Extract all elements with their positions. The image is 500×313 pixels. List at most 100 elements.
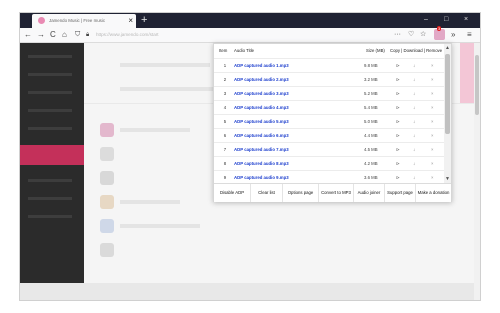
sidebar-item[interactable] — [28, 197, 72, 200]
url-bar[interactable]: https://www.jamendo.com/start — [96, 30, 476, 40]
audio-title-link[interactable]: ADP captured audio 7.mp3 — [234, 143, 289, 157]
page-scrollbar-thumb[interactable] — [475, 55, 479, 115]
audio-row: 4 ADP captured audio 4.mp3 5.4 MB ⊳ ↓ × — [214, 100, 444, 115]
disable-adp-button[interactable]: Disable ADP — [214, 184, 251, 202]
download-icon[interactable]: ↓ — [413, 73, 415, 87]
download-icon[interactable]: ↓ — [413, 59, 415, 73]
options-page-button[interactable]: Options page — [283, 184, 319, 202]
minimize-button[interactable]: – — [424, 15, 428, 25]
audio-title-link[interactable]: ADP captured audio 4.mp3 — [234, 101, 289, 115]
player-bar — [20, 283, 480, 300]
reload-button[interactable]: C — [50, 29, 56, 41]
sidebar-item[interactable] — [28, 73, 72, 76]
back-button[interactable]: ← — [24, 29, 32, 41]
sidebar-item[interactable] — [28, 91, 72, 94]
audio-size: 3.2 MB — [364, 77, 378, 82]
download-icon[interactable]: ↓ — [413, 143, 415, 157]
album-thumbnail[interactable] — [100, 195, 114, 209]
copy-icon[interactable]: ⊳ — [396, 157, 400, 171]
audio-downloader-extension-button[interactable]: 3 — [434, 26, 445, 40]
audio-size: 4.5 MB — [364, 147, 378, 152]
copy-icon[interactable]: ⊳ — [396, 87, 400, 101]
audio-size: 9.8 MB — [364, 63, 378, 68]
audio-title-link[interactable]: ADP captured audio 1.mp3 — [234, 59, 289, 73]
overflow-menu-button[interactable]: » — [451, 29, 455, 41]
clear-list-button[interactable]: Clear list — [251, 184, 283, 202]
remove-icon[interactable]: × — [431, 129, 434, 143]
remove-icon[interactable]: × — [431, 115, 434, 129]
sidebar-item[interactable] — [28, 109, 72, 112]
row-number: 4 — [223, 105, 227, 110]
bookmark-star-icon[interactable]: ☆ — [420, 29, 426, 41]
download-icon[interactable]: ↓ — [413, 87, 415, 101]
album-thumbnail[interactable] — [100, 243, 114, 257]
download-icon[interactable]: ↓ — [413, 115, 415, 129]
maximize-button[interactable]: □ — [444, 15, 448, 25]
download-icon[interactable]: ↓ — [413, 157, 415, 171]
tab-jamendo[interactable]: Jamendo Music | Free music × — [32, 14, 136, 28]
convert-to-mp3-button[interactable]: Convert to MP3 — [319, 184, 354, 202]
copy-icon[interactable]: ⊳ — [396, 101, 400, 115]
page-scrollbar[interactable] — [474, 43, 480, 300]
audio-row: 5 ADP captured audio 5.mp3 5.0 MB ⊳ ↓ × — [214, 114, 444, 129]
copy-icon[interactable]: ⊳ — [396, 59, 400, 73]
remove-icon[interactable]: × — [431, 143, 434, 157]
album-thumbnail[interactable] — [100, 147, 114, 161]
favicon-icon — [38, 17, 45, 24]
popup-scrollbar-thumb[interactable] — [445, 54, 450, 134]
audio-title-link[interactable]: ADP captured audio 5.mp3 — [234, 115, 289, 129]
download-icon[interactable]: ↓ — [413, 101, 415, 115]
audio-title-link[interactable]: ADP captured audio 2.mp3 — [234, 73, 289, 87]
download-icon[interactable]: ↓ — [413, 129, 415, 143]
sidebar-item[interactable] — [28, 179, 72, 182]
url-text[interactable]: https://www.jamendo.com/start — [96, 30, 159, 40]
close-window-button[interactable]: × — [464, 15, 468, 25]
copy-icon[interactable]: ⊳ — [396, 73, 400, 87]
row-number: 5 — [223, 119, 227, 124]
popup-scrollbar[interactable]: ▲ ▼ — [444, 44, 451, 184]
popup-button-bar: Disable ADP Clear list Options page Conv… — [214, 183, 451, 202]
shield-icon[interactable]: ⛉ — [75, 29, 80, 41]
make-a-donation-button[interactable]: Make a donation — [416, 184, 451, 202]
home-button[interactable]: ⌂ — [62, 29, 67, 41]
audio-title-link[interactable]: ADP captured audio 6.mp3 — [234, 129, 289, 143]
remove-icon[interactable]: × — [431, 101, 434, 115]
content-placeholder — [120, 63, 210, 67]
new-tab-button[interactable]: + — [141, 14, 147, 26]
sidebar-item[interactable] — [28, 55, 72, 58]
remove-icon[interactable]: × — [431, 157, 434, 171]
copy-icon[interactable]: ⊳ — [396, 143, 400, 157]
copy-icon[interactable]: ⊳ — [396, 115, 400, 129]
audio-title-link[interactable]: ADP captured audio 3.mp3 — [234, 87, 289, 101]
album-thumbnail[interactable] — [100, 123, 114, 137]
lock-icon: 🔒︎ — [86, 32, 90, 38]
audio-row: 2 ADP captured audio 2.mp3 3.2 MB ⊳ ↓ × — [214, 72, 444, 87]
remove-icon[interactable]: × — [431, 59, 434, 73]
scroll-down-icon[interactable]: ▼ — [445, 176, 450, 182]
page-actions-button[interactable]: ··· — [394, 29, 401, 41]
site-sidebar — [20, 43, 84, 300]
album-thumbnail[interactable] — [100, 171, 114, 185]
close-tab-icon[interactable]: × — [128, 15, 133, 27]
audio-title-link[interactable]: ADP captured audio 8.mp3 — [234, 157, 289, 171]
audio-size: 4.4 MB — [364, 133, 378, 138]
scroll-up-icon[interactable]: ▲ — [445, 45, 450, 51]
copy-icon[interactable]: ⊳ — [396, 129, 400, 143]
audio-row: 8 ADP captured audio 8.mp3 4.2 MB ⊳ ↓ × — [214, 156, 444, 171]
forward-button[interactable]: → — [37, 29, 45, 41]
album-thumbnail[interactable] — [100, 219, 114, 233]
sidebar-item[interactable] — [28, 215, 72, 218]
tab-bar: Jamendo Music | Free music × + – □ × — [20, 13, 480, 28]
content-placeholder — [120, 200, 180, 204]
remove-icon[interactable]: × — [431, 87, 434, 101]
content-placeholder — [120, 128, 190, 132]
sidebar-active-item[interactable] — [20, 145, 84, 165]
hamburger-menu-button[interactable]: ≡ — [467, 29, 472, 41]
audio-row: 6 ADP captured audio 6.mp3 4.4 MB ⊳ ↓ × — [214, 128, 444, 143]
support-page-button[interactable]: Support page — [385, 184, 416, 202]
audio-size: 5.0 MB — [364, 119, 378, 124]
sidebar-item[interactable] — [28, 127, 72, 130]
remove-icon[interactable]: × — [431, 73, 434, 87]
audio-joiner-button[interactable]: Audio joiner — [354, 184, 385, 202]
pocket-icon[interactable]: ♡ — [408, 29, 414, 41]
